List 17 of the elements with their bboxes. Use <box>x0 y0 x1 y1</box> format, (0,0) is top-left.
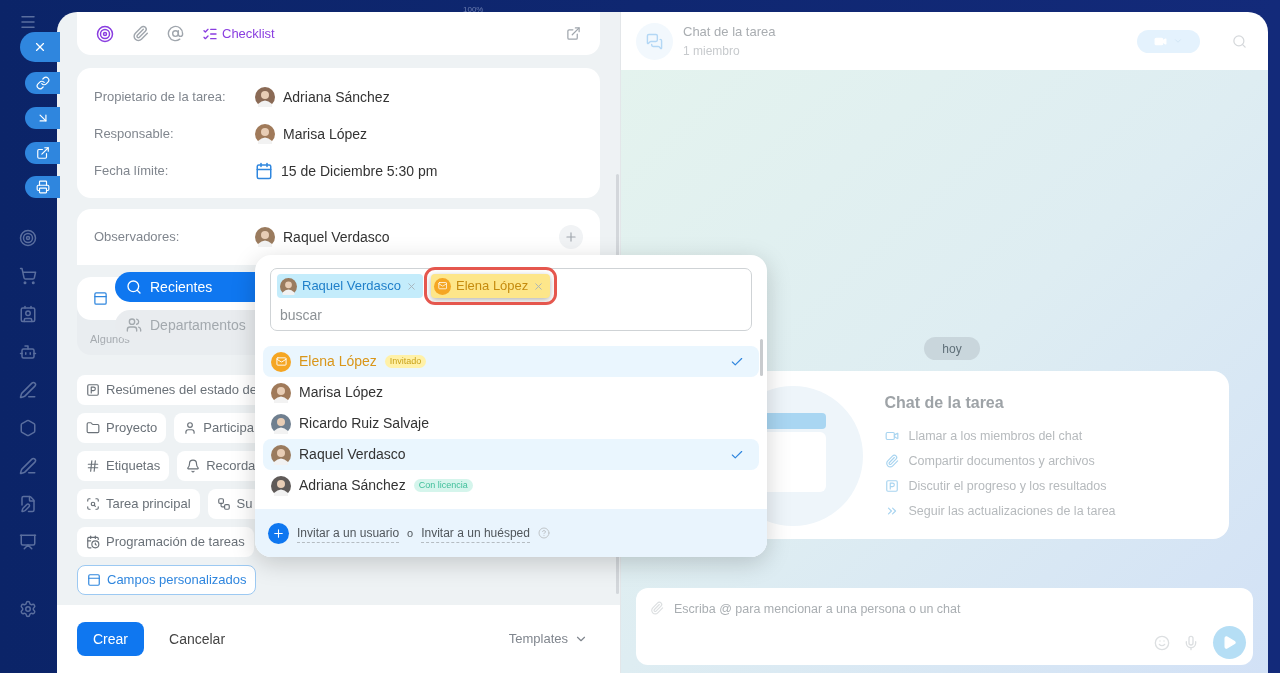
member-count: 1 miembro <box>683 42 741 60</box>
field-label: Fecha límite: <box>94 162 170 181</box>
feature-text: Compartir documentos y archivos <box>908 452 1095 470</box>
field-label: Responsable: <box>94 125 175 144</box>
status-badge: Invitado <box>384 355 427 368</box>
message-placeholder: Escriba @ para mencionar a una persona o un chat <box>674 601 961 618</box>
feature-text: Seguir las actualizaciones de la tarea <box>908 502 1116 520</box>
status-badge: Con licencia <box>413 479 473 492</box>
field-label: Propietario de la tarea: <box>94 88 227 107</box>
date-label: hoy <box>924 337 980 360</box>
chat-title: Chat de la tarea <box>683 23 776 42</box>
separator-text: o <box>407 525 414 541</box>
feature-text: Llamar a los miembros del chat <box>908 427 1083 445</box>
zoom-label: 100% <box>463 4 484 16</box>
feature-text: Discutir el progreso y los resultados <box>908 477 1107 495</box>
card-title: Chat de la tarea <box>884 393 1005 413</box>
field-label: Observadores: <box>94 228 181 247</box>
